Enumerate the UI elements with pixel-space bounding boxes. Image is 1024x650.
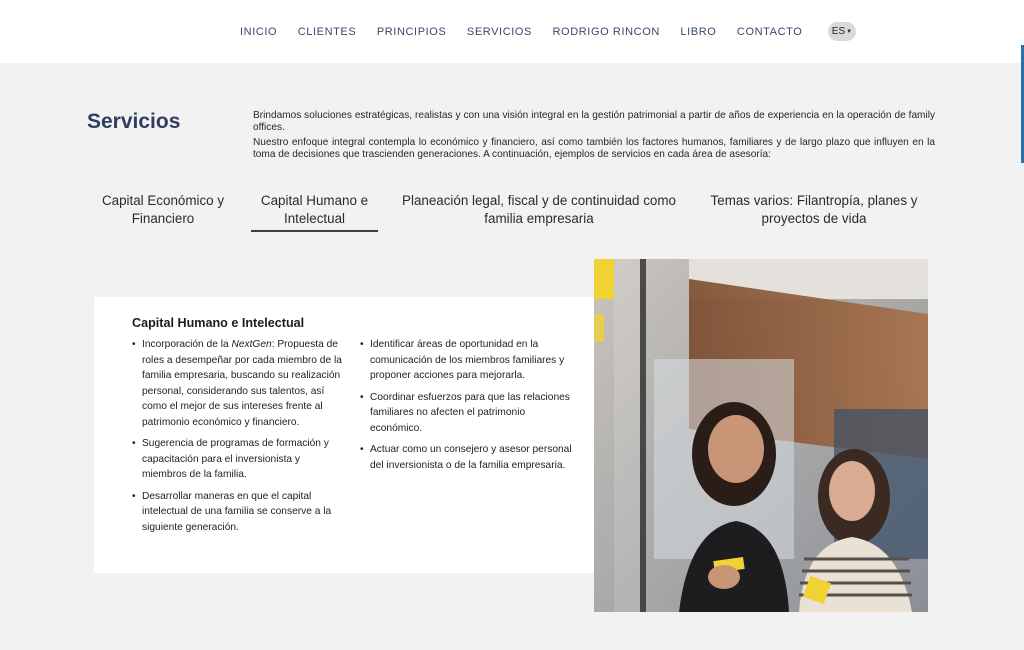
nav-inicio[interactable]: INICIO (240, 26, 277, 38)
service-list-right: Identificar áreas de oportunidad en la c… (360, 337, 575, 479)
tab-label-line: Capital Económico y (101, 193, 225, 208)
nav-libro[interactable]: LIBRO (680, 26, 716, 38)
list-item-text: : Propuesta de roles a desempeñar por ca… (142, 339, 342, 428)
site-header: INICIO CLIENTES PRINCIPIOS SERVICIOS ROD… (0, 0, 1024, 63)
nav-servicios[interactable]: SERVICIOS (467, 26, 532, 38)
service-list-left: Incorporación de la NextGen: Propuesta d… (132, 337, 344, 541)
service-card: Capital Humano e Intelectual Incorporaci… (94, 297, 610, 573)
main-nav: INICIO CLIENTES PRINCIPIOS SERVICIOS ROD… (240, 22, 856, 41)
tab-label-line: familia empresaria (484, 210, 594, 226)
intro-paragraph-1: Brindamos soluciones estratégicas, reali… (253, 110, 935, 133)
nav-contacto[interactable]: CONTACTO (737, 26, 803, 38)
list-item-emphasis: NextGen (231, 339, 272, 350)
tab-label-line: proyectos de vida (761, 210, 867, 226)
list-item-text: Incorporación de la (142, 339, 232, 350)
tab-planeacion-legal[interactable]: Planeación legal, fiscal y de continuida… (398, 192, 680, 227)
nav-principios[interactable]: PRINCIPIOS (377, 26, 447, 38)
photo-illustration (594, 259, 928, 612)
card-title: Capital Humano e Intelectual (132, 316, 305, 330)
tab-temas-varios[interactable]: Temas varios: Filantropía, planes y proy… (708, 192, 920, 227)
tab-label-line: Planeación legal, fiscal y de continuida… (402, 193, 676, 208)
service-photo (594, 259, 928, 612)
list-item: Identificar áreas de oportunidad en la c… (360, 337, 575, 384)
tab-capital-economico[interactable]: Capital Económico y Financiero (100, 192, 226, 227)
tab-label-line: Capital Humano e (260, 193, 369, 208)
tab-label-line: Temas varios: Filantropía, planes y (710, 193, 918, 208)
list-item: Incorporación de la NextGen: Propuesta d… (132, 337, 344, 430)
list-item: Sugerencia de programas de formación y c… (132, 436, 344, 483)
tab-label-line: Intelectual (283, 210, 346, 226)
language-selector[interactable]: ES ▼ (827, 22, 856, 41)
chevron-down-icon: ▼ (846, 28, 853, 35)
language-label: ES (831, 26, 846, 37)
nav-rodrigo-rincon[interactable]: RODRIGO RINCON (553, 26, 660, 38)
nav-clientes[interactable]: CLIENTES (298, 26, 357, 38)
intro-text: Brindamos soluciones estratégicas, reali… (253, 110, 935, 165)
intro-paragraph-2: Nuestro enfoque integral contempla lo ec… (253, 137, 935, 161)
list-item: Actuar como un consejero y asesor person… (360, 442, 575, 473)
list-item: Desarrollar maneras en que el capital in… (132, 489, 344, 536)
page-title: Servicios (87, 110, 181, 133)
tab-capital-humano[interactable]: Capital Humano e Intelectual (251, 192, 378, 232)
list-item: Coordinar esfuerzos para que las relacio… (360, 390, 575, 437)
tab-label-line: Financiero (131, 210, 195, 226)
